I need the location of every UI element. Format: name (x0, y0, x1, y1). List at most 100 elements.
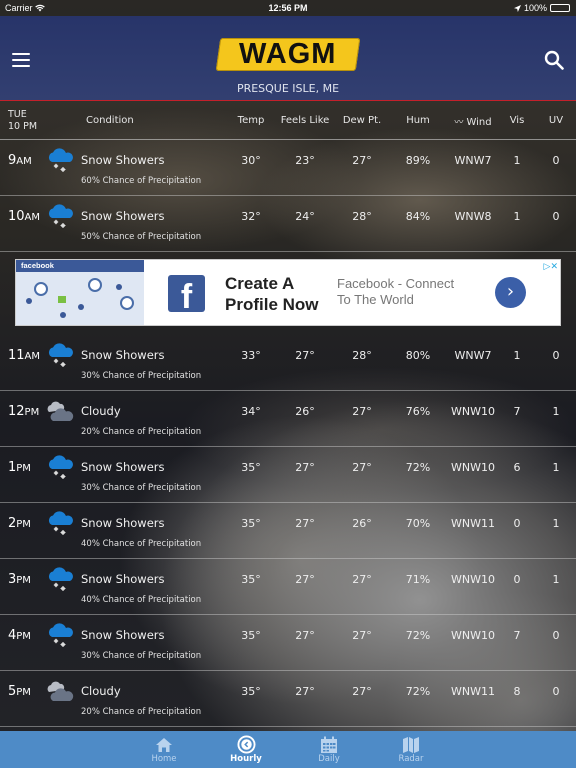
feels-like-value: 27° (295, 349, 315, 362)
clock-icon (236, 735, 256, 754)
humidity-value: 89% (405, 154, 431, 167)
precip-chance: 50% Chance of Precipitation (81, 232, 202, 242)
tab-radar[interactable]: Radar (386, 735, 436, 764)
condition-text: Snow Showers (81, 628, 165, 642)
precip-chance: 30% Chance of Precipitation (81, 371, 202, 381)
wind-value: WNW10 (451, 405, 495, 418)
feels-like-value: 27° (295, 629, 315, 642)
visibility-value: 1 (513, 349, 521, 362)
uv-value: 1 (552, 405, 560, 418)
map-pin-icon (34, 282, 48, 296)
snow-showers-icon (46, 511, 74, 537)
ad-thumbnail-brand: facebook (16, 260, 144, 272)
uv-value: 0 (552, 629, 560, 642)
map-icon (403, 736, 419, 753)
column-header: TUE 10 PM Condition Temp Feels Like Dew … (0, 101, 576, 140)
precip-chance: 30% Chance of Precipitation (81, 651, 202, 661)
feels-like-value: 27° (295, 573, 315, 586)
uv-value: 1 (552, 573, 560, 586)
clock: 12:56 PM (268, 3, 308, 13)
hourly-row[interactable]: 4PM Snow Showers 30% Chance of Precipitati… (0, 614, 576, 671)
dew-point-value: 27° (352, 685, 372, 698)
hourly-row[interactable]: 5PM Cloudy 20% Chance of Precipitation 35° 2… (0, 670, 576, 727)
temp-value: 32° (241, 210, 261, 223)
feels-like-value: 27° (295, 461, 315, 474)
battery-percent: 100% (523, 3, 547, 13)
humidity-value: 72% (405, 461, 431, 474)
temp-value: 34° (241, 405, 261, 418)
feels-like-value: 24° (295, 210, 315, 223)
hourly-row[interactable]: 10AM Snow Showers 50% Chance of Precipitat… (0, 195, 576, 252)
humidity-value: 72% (405, 629, 431, 642)
facebook-ad-banner[interactable]: facebook f Create A Profile Now Facebook… (15, 259, 561, 326)
snow-showers-icon (46, 148, 74, 174)
hourly-row[interactable]: 3PM Snow Showers 40% Chance of Precipitati… (0, 558, 576, 615)
tab-hourly[interactable]: Hourly (221, 735, 271, 764)
hourly-row[interactable]: 11AM Snow Showers 30% Chance of Precipitat… (0, 334, 576, 391)
location-arrow-icon (513, 4, 521, 12)
ad-choices-close-icon[interactable]: ▷✕ (544, 261, 558, 272)
temp-value: 35° (241, 573, 261, 586)
map-dot (26, 298, 32, 304)
visibility-value: 8 (513, 685, 521, 698)
status-bar: Carrier 12:56 PM 100% (0, 0, 576, 16)
snow-showers-icon (46, 204, 74, 230)
wind-value: WNW10 (451, 629, 495, 642)
humidity-value: 80% (405, 349, 431, 362)
uv-value: 1 (552, 461, 560, 474)
wind-value: WNW10 (451, 461, 495, 474)
visibility-value: 0 (513, 517, 521, 530)
feels-like-value: 27° (295, 517, 315, 530)
hourly-row[interactable]: 12PM Cloudy 20% Chance of Precipitation 34°… (0, 390, 576, 447)
hour-label: 11AM (8, 348, 41, 363)
snow-showers-icon (46, 567, 74, 593)
calendar-icon (321, 736, 337, 753)
dew-point-value: 27° (352, 461, 372, 474)
visibility-value: 0 (513, 573, 521, 586)
map-dot (60, 312, 66, 318)
humidity-value: 84% (405, 210, 431, 223)
app-header: WAGM PRESQUE ISLE, ME (0, 16, 576, 101)
condition-text: Snow Showers (81, 460, 165, 474)
header-visibility: Vis (509, 115, 525, 126)
tab-daily[interactable]: Daily (304, 735, 354, 764)
snow-showers-icon (46, 623, 74, 649)
uv-value: 0 (552, 154, 560, 167)
header-humidity: Hum (406, 115, 430, 126)
map-pin-icon (88, 278, 102, 292)
hamburger-menu-icon[interactable] (12, 53, 30, 67)
status-right: 100% (513, 3, 570, 13)
visibility-value: 7 (513, 629, 521, 642)
hour-label: 9AM (8, 153, 32, 168)
visibility-value: 1 (513, 210, 521, 223)
hourly-row[interactable]: 1PM Snow Showers 30% Chance of Precipitati… (0, 446, 576, 503)
humidity-value: 70% (405, 517, 431, 530)
feels-like-value: 26° (295, 405, 315, 418)
search-icon[interactable] (544, 50, 564, 70)
map-dot (78, 304, 84, 310)
hourly-row[interactable]: 2PM Snow Showers 40% Chance of Precipitati… (0, 502, 576, 559)
header-temp: Temp (237, 115, 265, 126)
temp-value: 35° (241, 517, 261, 530)
tab-home[interactable]: Home (139, 735, 189, 764)
battery-icon (550, 4, 570, 12)
header-condition: Condition (86, 115, 134, 126)
condition-text: Cloudy (81, 404, 121, 418)
condition-text: Cloudy (81, 684, 121, 698)
dew-point-value: 27° (352, 629, 372, 642)
uv-value: 1 (552, 517, 560, 530)
temp-value: 35° (241, 461, 261, 474)
uv-value: 0 (552, 210, 560, 223)
dew-point-value: 27° (352, 154, 372, 167)
uv-value: 0 (552, 685, 560, 698)
temp-value: 35° (241, 629, 261, 642)
wind-value: WNW7 (454, 349, 492, 362)
hourly-row[interactable]: 9AM Snow Showers 60% Chance of Precipitati… (0, 139, 576, 196)
temp-value: 33° (241, 349, 261, 362)
temp-value: 35° (241, 685, 261, 698)
dew-point-value: 27° (352, 573, 372, 586)
precip-chance: 20% Chance of Precipitation (81, 707, 202, 717)
chat-bubble-icon (58, 296, 66, 303)
ad-cta-chevron-icon[interactable]: › (495, 277, 526, 308)
hour-label: 4PM (8, 628, 31, 643)
